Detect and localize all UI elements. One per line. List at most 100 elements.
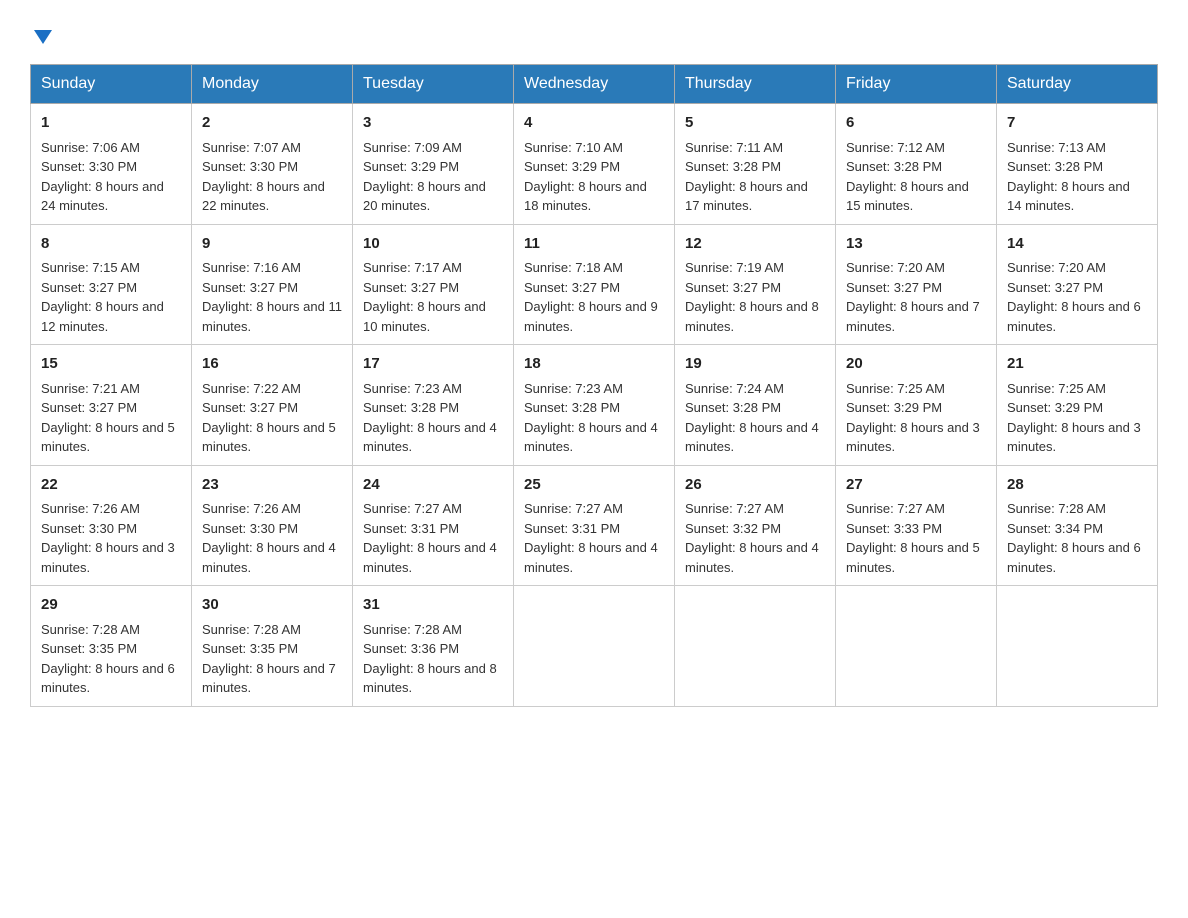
daylight-text: Daylight: 8 hours and 7 minutes. [202, 661, 336, 696]
sunset-text: Sunset: 3:27 PM [41, 280, 137, 295]
day-number: 21 [1007, 353, 1147, 376]
daylight-text: Daylight: 8 hours and 4 minutes. [202, 540, 336, 575]
daylight-text: Daylight: 8 hours and 8 minutes. [363, 661, 497, 696]
sunrise-text: Sunrise: 7:06 AM [41, 140, 140, 155]
daylight-text: Daylight: 8 hours and 14 minutes. [1007, 179, 1130, 214]
calendar-cell: 6Sunrise: 7:12 AMSunset: 3:28 PMDaylight… [836, 104, 997, 225]
sunrise-text: Sunrise: 7:20 AM [1007, 260, 1106, 275]
sunset-text: Sunset: 3:28 PM [685, 400, 781, 415]
logo-triangle-icon [32, 26, 54, 48]
daylight-text: Daylight: 8 hours and 6 minutes. [1007, 299, 1141, 334]
sunset-text: Sunset: 3:33 PM [846, 521, 942, 536]
sunrise-text: Sunrise: 7:24 AM [685, 381, 784, 396]
calendar-cell: 14Sunrise: 7:20 AMSunset: 3:27 PMDayligh… [997, 224, 1158, 345]
day-number: 5 [685, 112, 825, 135]
calendar-cell: 31 Sunrise: 7:28 AM Sunset: 3:36 PM Dayligh… [353, 586, 514, 707]
day-number: 26 [685, 474, 825, 497]
sunset-text: Sunset: 3:28 PM [685, 159, 781, 174]
sunrise-text: Sunrise: 7:09 AM [363, 140, 462, 155]
calendar-cell: 15Sunrise: 7:21 AMSunset: 3:27 PMDayligh… [31, 345, 192, 466]
sunrise-text: Sunrise: 7:12 AM [846, 140, 945, 155]
calendar-cell: 28Sunrise: 7:28 AMSunset: 3:34 PMDayligh… [997, 465, 1158, 586]
day-number: 31 [363, 594, 503, 617]
day-number: 2 [202, 112, 342, 135]
sunrise-text: Sunrise: 7:28 AM [363, 622, 462, 637]
sunset-text: Sunset: 3:35 PM [41, 641, 137, 656]
day-number: 11 [524, 233, 664, 256]
calendar-cell [997, 586, 1158, 707]
daylight-text: Daylight: 8 hours and 12 minutes. [41, 299, 164, 334]
day-number: 4 [524, 112, 664, 135]
calendar-cell: 22Sunrise: 7:26 AMSunset: 3:30 PMDayligh… [31, 465, 192, 586]
day-number: 6 [846, 112, 986, 135]
sunset-text: Sunset: 3:29 PM [524, 159, 620, 174]
sunrise-text: Sunrise: 7:22 AM [202, 381, 301, 396]
day-number: 17 [363, 353, 503, 376]
sunrise-text: Sunrise: 7:19 AM [685, 260, 784, 275]
day-number: 1 [41, 112, 181, 135]
sunrise-text: Sunrise: 7:13 AM [1007, 140, 1106, 155]
calendar-header-thursday: Thursday [675, 65, 836, 104]
calendar-header-sunday: Sunday [31, 65, 192, 104]
daylight-text: Daylight: 8 hours and 3 minutes. [846, 420, 980, 455]
day-number: 13 [846, 233, 986, 256]
calendar-week-row: 8Sunrise: 7:15 AMSunset: 3:27 PMDaylight… [31, 224, 1158, 345]
sunset-text: Sunset: 3:27 PM [524, 280, 620, 295]
calendar-cell: 2Sunrise: 7:07 AMSunset: 3:30 PMDaylight… [192, 104, 353, 225]
sunrise-text: Sunrise: 7:15 AM [41, 260, 140, 275]
day-number: 30 [202, 594, 342, 617]
calendar-cell: 4Sunrise: 7:10 AMSunset: 3:29 PMDaylight… [514, 104, 675, 225]
daylight-text: Daylight: 8 hours and 11 minutes. [202, 299, 342, 334]
calendar-cell: 26Sunrise: 7:27 AMSunset: 3:32 PMDayligh… [675, 465, 836, 586]
daylight-text: Daylight: 8 hours and 20 minutes. [363, 179, 486, 214]
sunset-text: Sunset: 3:36 PM [363, 641, 459, 656]
sunset-text: Sunset: 3:27 PM [846, 280, 942, 295]
day-number: 14 [1007, 233, 1147, 256]
daylight-text: Daylight: 8 hours and 6 minutes. [41, 661, 175, 696]
daylight-text: Daylight: 8 hours and 4 minutes. [524, 420, 658, 455]
calendar-cell: 3Sunrise: 7:09 AMSunset: 3:29 PMDaylight… [353, 104, 514, 225]
day-number: 3 [363, 112, 503, 135]
daylight-text: Daylight: 8 hours and 3 minutes. [1007, 420, 1141, 455]
calendar-cell: 17Sunrise: 7:23 AMSunset: 3:28 PMDayligh… [353, 345, 514, 466]
daylight-text: Daylight: 8 hours and 17 minutes. [685, 179, 808, 214]
sunrise-text: Sunrise: 7:25 AM [846, 381, 945, 396]
day-number: 9 [202, 233, 342, 256]
sunrise-text: Sunrise: 7:28 AM [41, 622, 140, 637]
day-number: 15 [41, 353, 181, 376]
sunrise-text: Sunrise: 7:20 AM [846, 260, 945, 275]
day-number: 24 [363, 474, 503, 497]
calendar-cell: 25Sunrise: 7:27 AMSunset: 3:31 PMDayligh… [514, 465, 675, 586]
daylight-text: Daylight: 8 hours and 15 minutes. [846, 179, 969, 214]
calendar-cell: 30Sunrise: 7:28 AMSunset: 3:35 PMDayligh… [192, 586, 353, 707]
daylight-text: Daylight: 8 hours and 6 minutes. [1007, 540, 1141, 575]
day-number: 20 [846, 353, 986, 376]
sunrise-text: Sunrise: 7:27 AM [846, 501, 945, 516]
calendar-header-monday: Monday [192, 65, 353, 104]
calendar-cell: 7Sunrise: 7:13 AMSunset: 3:28 PMDaylight… [997, 104, 1158, 225]
calendar-table: SundayMondayTuesdayWednesdayThursdayFrid… [30, 64, 1158, 707]
calendar-cell: 20Sunrise: 7:25 AMSunset: 3:29 PMDayligh… [836, 345, 997, 466]
sunset-text: Sunset: 3:31 PM [363, 521, 459, 536]
day-number: 16 [202, 353, 342, 376]
daylight-text: Daylight: 8 hours and 5 minutes. [202, 420, 336, 455]
daylight-text: Daylight: 8 hours and 3 minutes. [41, 540, 175, 575]
calendar-header-friday: Friday [836, 65, 997, 104]
calendar-cell [836, 586, 997, 707]
sunset-text: Sunset: 3:31 PM [524, 521, 620, 536]
calendar-week-row: 29Sunrise: 7:28 AMSunset: 3:35 PMDayligh… [31, 586, 1158, 707]
logo [30, 28, 54, 48]
daylight-text: Daylight: 8 hours and 22 minutes. [202, 179, 325, 214]
sunset-text: Sunset: 3:30 PM [41, 159, 137, 174]
page-header [30, 20, 1158, 48]
calendar-cell: 27Sunrise: 7:27 AMSunset: 3:33 PMDayligh… [836, 465, 997, 586]
day-number: 28 [1007, 474, 1147, 497]
calendar-cell: 5Sunrise: 7:11 AMSunset: 3:28 PMDaylight… [675, 104, 836, 225]
sunrise-text: Sunrise: 7:07 AM [202, 140, 301, 155]
sunrise-text: Sunrise: 7:26 AM [41, 501, 140, 516]
sunset-text: Sunset: 3:32 PM [685, 521, 781, 536]
daylight-text: Daylight: 8 hours and 4 minutes. [363, 540, 497, 575]
sunrise-text: Sunrise: 7:26 AM [202, 501, 301, 516]
calendar-cell: 29Sunrise: 7:28 AMSunset: 3:35 PMDayligh… [31, 586, 192, 707]
sunset-text: Sunset: 3:27 PM [202, 400, 298, 415]
